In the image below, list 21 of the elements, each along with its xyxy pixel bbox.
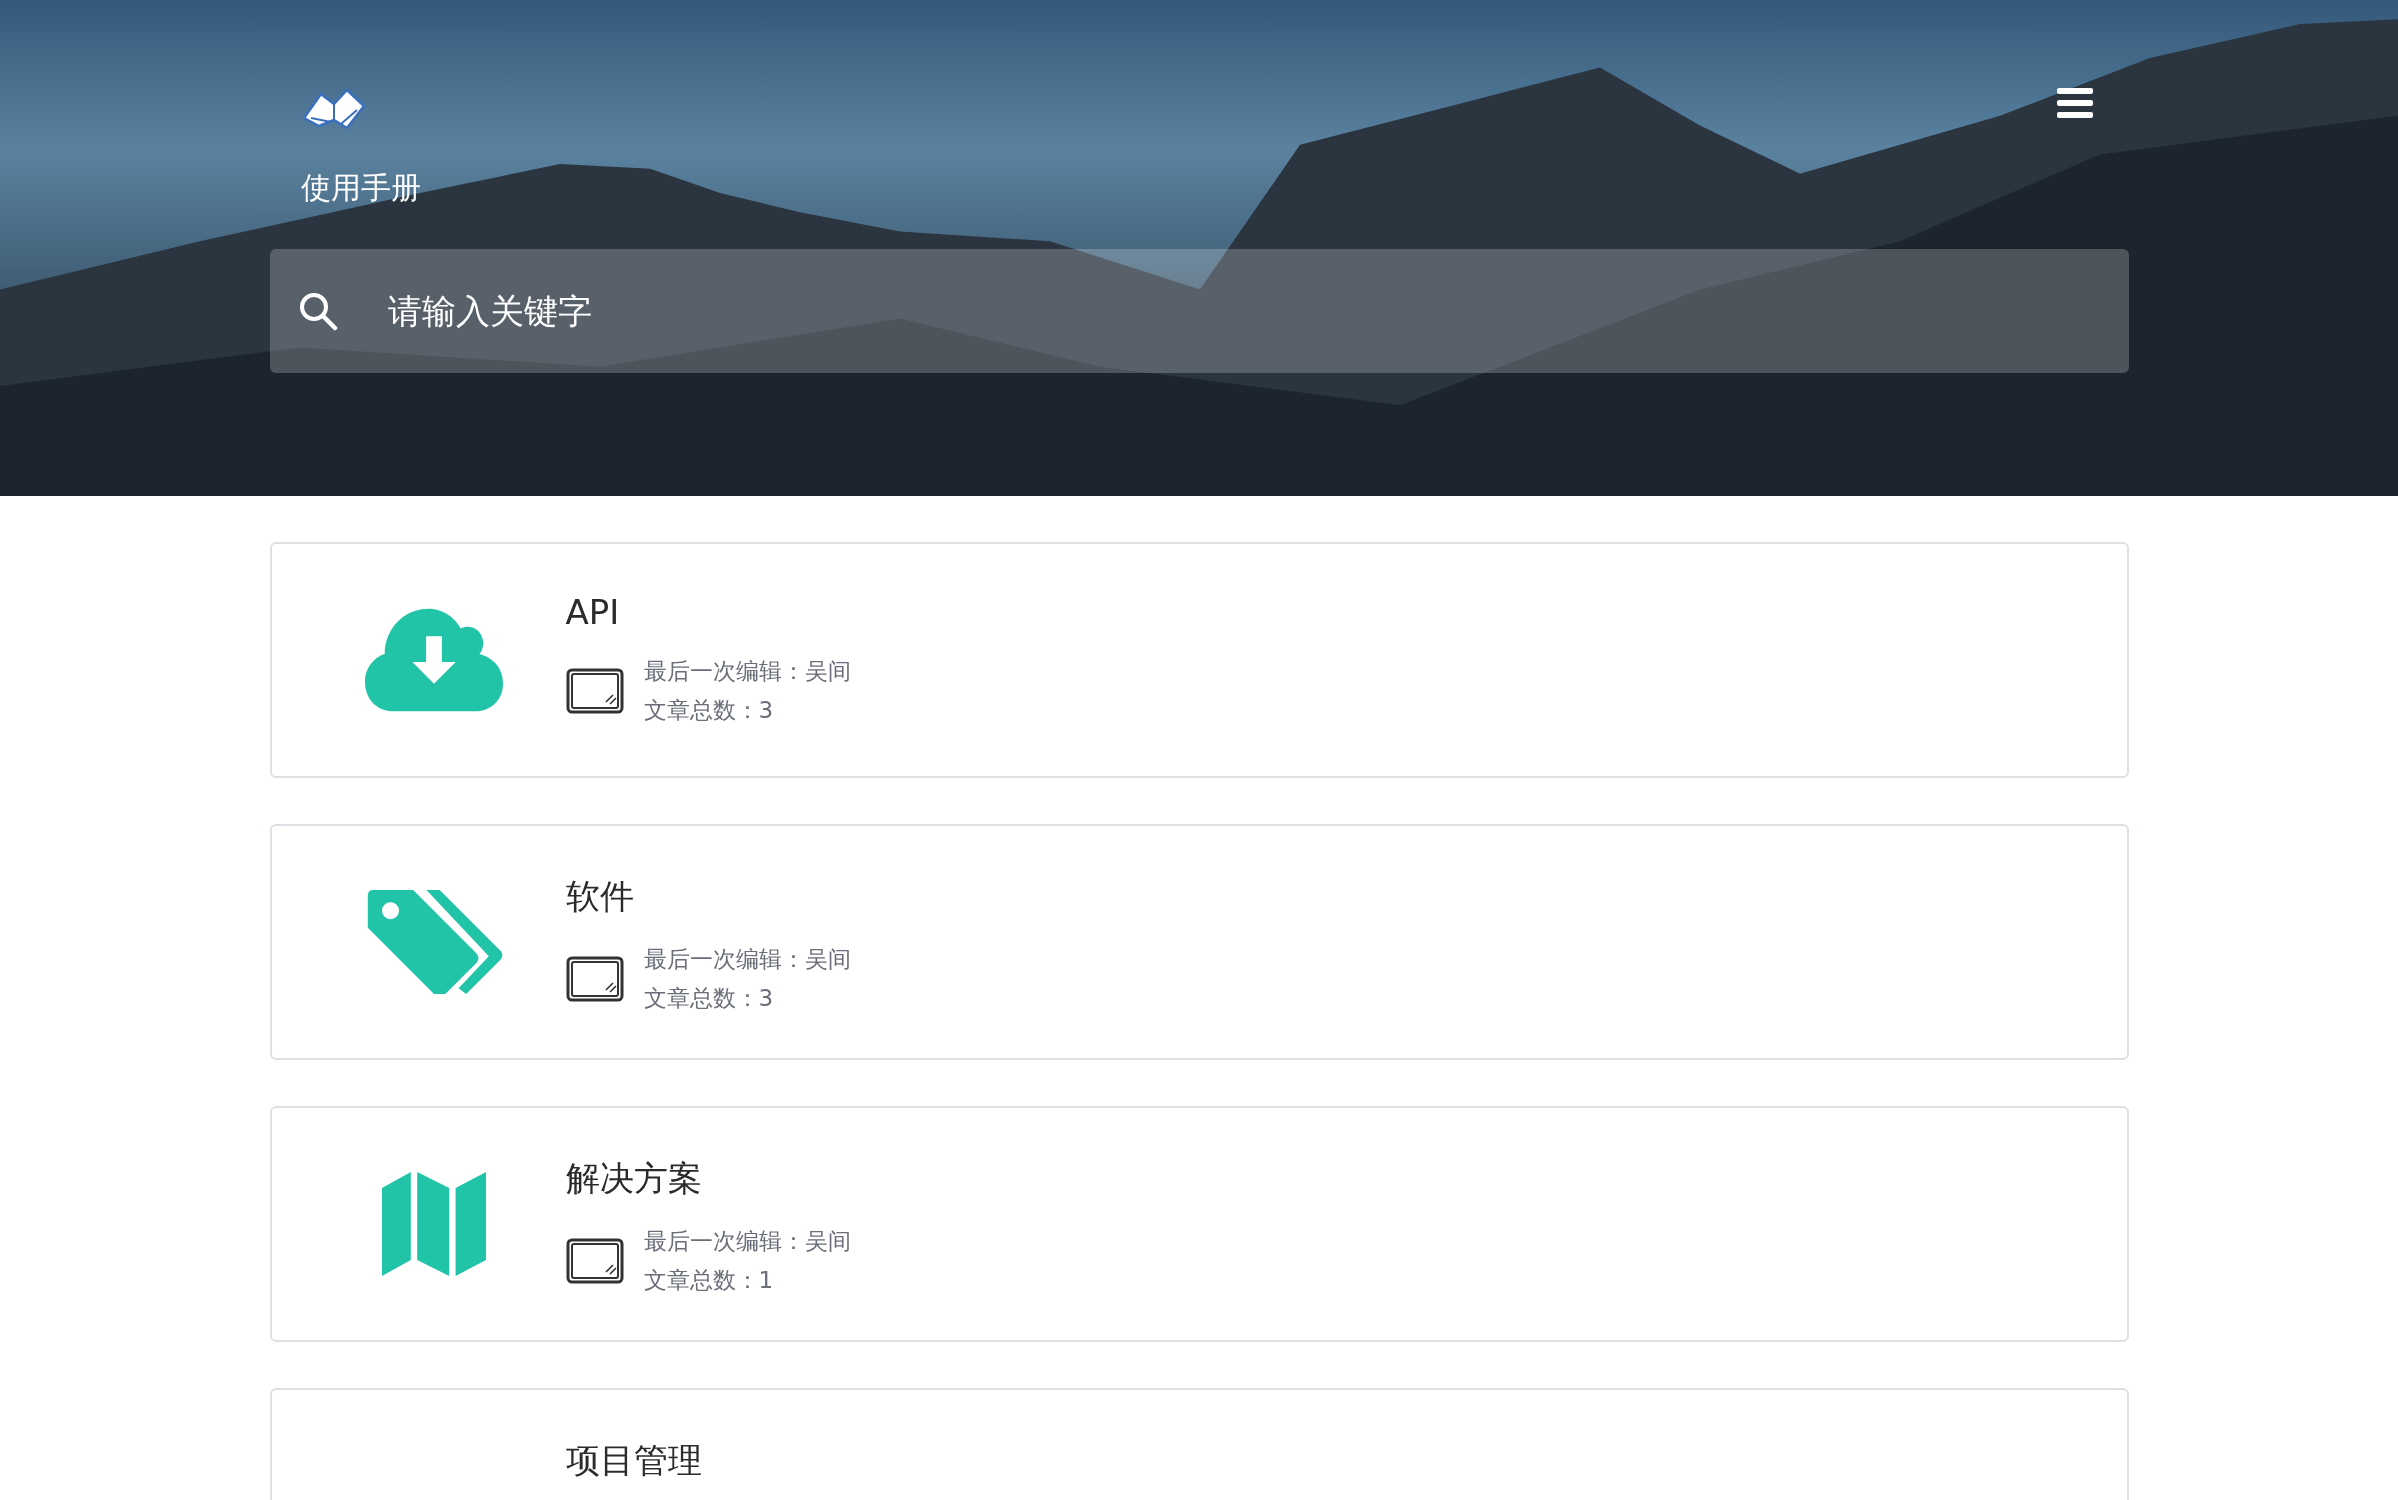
menu-icon[interactable] xyxy=(2056,88,2093,118)
article-count-text: 文章总数：3 xyxy=(643,984,775,1013)
cloud-download-icon xyxy=(364,608,503,712)
article-count-text: 文章总数：3 xyxy=(643,696,775,725)
tablet-icon xyxy=(565,1238,624,1284)
category-card[interactable]: API 最后一次编辑：吴间 文章总数：3 xyxy=(269,542,2129,778)
article-count-text: 文章总数：1 xyxy=(643,1266,775,1295)
tablet-icon xyxy=(565,668,624,714)
card-title[interactable]: API xyxy=(565,592,851,632)
category-card[interactable]: 软件 最后一次编辑：吴间 文章总数：3 xyxy=(269,824,2129,1060)
card-title[interactable]: 解决方案 xyxy=(565,1156,851,1202)
last-editor-text: 最后一次编辑：吴间 xyxy=(643,657,851,686)
last-editor-text: 最后一次编辑：吴间 xyxy=(643,1227,851,1256)
site-title[interactable]: 使用手册 xyxy=(300,168,421,209)
last-editor-text: 最后一次编辑：吴间 xyxy=(643,945,851,974)
card-title[interactable]: 软件 xyxy=(565,874,851,920)
card-title[interactable]: 项目管理 xyxy=(565,1438,702,1484)
category-card[interactable]: 项目管理 xyxy=(269,1388,2129,1500)
search-icon xyxy=(297,291,338,331)
tablet-icon xyxy=(565,956,624,1002)
category-card[interactable]: 解决方案 最后一次编辑：吴间 文章总数：1 xyxy=(269,1106,2129,1342)
